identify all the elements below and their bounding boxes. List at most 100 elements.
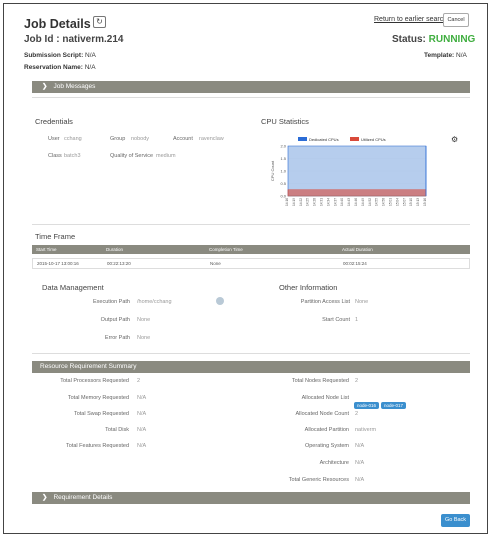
- x-tick-label: 15:04: [395, 198, 399, 206]
- resource-value: N/A: [137, 427, 147, 433]
- template: Template: N/A: [424, 52, 467, 59]
- page-title: Job Details: [24, 17, 91, 31]
- gear-icon[interactable]: ⚙: [451, 135, 458, 144]
- resource-label: Total Disk: [105, 427, 129, 433]
- output-path-label: Output Path: [100, 317, 130, 323]
- qos-label: Quality of Service: [110, 153, 154, 159]
- node-badge[interactable]: node-016: [354, 402, 380, 409]
- series-area-utilized: [287, 189, 427, 197]
- chevron-right-icon: ❯: [42, 83, 48, 90]
- allocated-node-count-label: Allocated Node Count: [295, 411, 349, 417]
- x-tick-label: 15:13: [416, 198, 420, 206]
- y-tick-label: 0.5: [280, 181, 286, 186]
- y-tick-label: 1.5: [280, 156, 286, 161]
- qos-value: medium: [156, 153, 176, 159]
- go-back-button[interactable]: Go Back: [441, 514, 470, 527]
- table-row: 2015-10-17 13:00:16 00:22:13:20 None 00:…: [32, 258, 470, 269]
- x-tick-label: 15:07: [402, 198, 406, 206]
- y-tick-label: 1.0: [280, 169, 286, 174]
- cancel-button[interactable]: Cancel: [443, 13, 469, 27]
- exec-path-label: Execution Path: [93, 299, 130, 305]
- resource-label: Total Swap Requested: [73, 411, 129, 417]
- x-tick-label: 14:46: [354, 198, 358, 206]
- group-label: Group: [110, 136, 126, 142]
- partition-access-value: None: [355, 299, 369, 305]
- status-badge: RUNNING: [428, 34, 476, 45]
- architecture-value: N/A: [355, 460, 365, 466]
- spinner-icon: [216, 297, 224, 305]
- divider: [32, 97, 470, 98]
- legend-swatch: [350, 137, 359, 141]
- error-path-label: Error Path: [104, 335, 130, 341]
- job-messages-toggle[interactable]: ❯ Job Messages: [32, 81, 470, 93]
- x-tick-label: 14:34: [326, 198, 330, 206]
- start-count-label: Start Count: [322, 317, 350, 323]
- submission-script: Submission Script: N/A: [24, 52, 96, 59]
- resource-value: N/A: [137, 411, 147, 417]
- nodes-requested-label: Total Nodes Requested: [291, 378, 349, 384]
- resource-value: 2: [137, 378, 141, 384]
- x-tick-label: 14:19: [292, 198, 296, 206]
- data-management-title: Data Management: [42, 283, 104, 292]
- x-tick-label: 14:52: [368, 198, 372, 206]
- cpu-chart: Dedicated CPUs Utilized CPUs CPU Count 2.0 1…: [270, 137, 427, 206]
- legend-label: Dedicated CPUs: [309, 137, 339, 142]
- resource-summary-header: Resource Requirement Summary: [32, 361, 470, 373]
- error-path-value: None: [137, 335, 151, 341]
- x-tick-label: 14:58: [382, 198, 386, 206]
- x-tick-label: 14:28: [313, 198, 317, 206]
- y-axis-label: CPU Count: [270, 160, 275, 181]
- cpu-statistics-title: CPU Statistics: [261, 117, 309, 126]
- resource-value: N/A: [137, 395, 147, 401]
- account-value: ravenclaw: [199, 136, 224, 142]
- col-completion-time: Completion Time: [209, 247, 243, 252]
- start-count-value: 1: [355, 317, 359, 323]
- x-tick-label: 14:16: [285, 198, 289, 206]
- return-to-search-link[interactable]: Return to earlier search: [374, 16, 447, 23]
- x-tick-label: 14:43: [347, 198, 351, 206]
- partition-access-label: Partition Access List: [300, 299, 350, 305]
- other-information-title: Other Information: [279, 283, 338, 292]
- allocated-partition-value: nativerm: [355, 427, 377, 433]
- divider: [32, 224, 470, 225]
- x-tick-label: 15:16: [423, 198, 427, 206]
- resource-label: Total Memory Requested: [67, 395, 129, 401]
- credentials-title: Credentials: [35, 117, 73, 126]
- col-actual-duration: Actual Duration: [342, 247, 373, 252]
- time-frame-title: Time Frame: [35, 232, 76, 241]
- col-duration: Duration: [106, 247, 124, 252]
- x-tick-label: 14:22: [299, 198, 303, 206]
- operating-system-label: Operating System: [304, 443, 349, 449]
- requirement-details-toggle[interactable]: ❯ Requirement Details: [32, 492, 470, 504]
- user-label: User: [48, 136, 60, 142]
- exec-path-value: /home/cchang: [137, 299, 172, 305]
- series-area-dedicated: [287, 145, 427, 197]
- reservation-name: Reservation Name: N/A: [24, 64, 96, 71]
- job-status: Status: RUNNING: [392, 34, 476, 45]
- nodes-requested-value: 2: [355, 378, 359, 384]
- class-value: batch3: [64, 153, 81, 159]
- class-label: Class: [48, 153, 62, 159]
- operating-system-value: N/A: [355, 443, 365, 449]
- x-tick-label: 14:40: [340, 198, 344, 206]
- x-tick-label: 14:37: [333, 198, 337, 206]
- refresh-icon[interactable]: ↻: [93, 16, 106, 28]
- legend-label: Utilized CPUs: [361, 137, 386, 142]
- x-tick-label: 14:31: [320, 198, 324, 206]
- x-tick-label: 15:10: [409, 198, 413, 206]
- divider: [32, 353, 470, 354]
- x-tick-label: 14:55: [375, 198, 379, 206]
- y-tick-label: 0.0: [280, 194, 286, 199]
- output-path-value: None: [137, 317, 151, 323]
- resource-value: N/A: [137, 443, 147, 449]
- architecture-label: Architecture: [319, 460, 349, 466]
- allocated-node-list: node-016 node-017: [354, 394, 408, 412]
- legend-swatch: [298, 137, 307, 141]
- generic-resources-value: N/A: [355, 477, 365, 483]
- group-value: nobody: [131, 136, 150, 142]
- node-badge[interactable]: node-017: [381, 402, 407, 409]
- user-value: cchang: [64, 136, 82, 142]
- chevron-right-icon: ❯: [42, 494, 48, 501]
- resource-label: Total Processors Requested: [60, 378, 129, 384]
- generic-resources-label: Total Generic Resources: [288, 477, 349, 483]
